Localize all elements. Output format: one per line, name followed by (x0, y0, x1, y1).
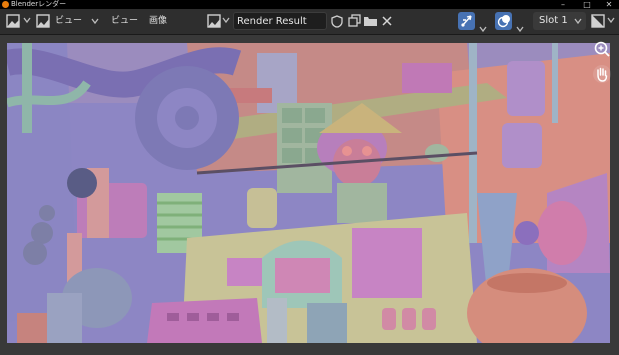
duplicate-icon (348, 14, 361, 27)
slot-selector[interactable]: Slot 1 (533, 12, 586, 30)
maximize-button[interactable]: □ (579, 0, 595, 9)
image-mode-button[interactable] (36, 12, 50, 30)
browse-image-button[interactable] (205, 12, 231, 30)
image-browse-icon (207, 14, 221, 28)
image-name-field[interactable]: Render Result (233, 12, 327, 30)
menu-view-dropdown[interactable]: ビュー (55, 14, 82, 28)
chevron-down-icon (91, 18, 99, 25)
overlay-toggle-button[interactable] (495, 12, 512, 30)
hand-icon (597, 67, 608, 82)
render-result-image (7, 43, 610, 343)
image-icon (36, 14, 50, 28)
menu-view[interactable]: ビュー (111, 14, 138, 28)
chevron-down-icon (607, 17, 615, 24)
display-channels-button[interactable] (590, 12, 616, 30)
pan-button[interactable] (593, 65, 611, 83)
fake-user-button[interactable] (329, 12, 345, 30)
gizmo-toggle-button[interactable] (458, 12, 475, 30)
image-editor-header: ビュー ビュー 画像 Render Result Slot 1 (0, 9, 619, 35)
zoom-button[interactable] (593, 40, 611, 58)
menu-image[interactable]: 画像 (149, 14, 167, 28)
gizmo-icon (461, 15, 472, 27)
unlink-image-button[interactable] (380, 12, 394, 30)
overlay-icon (497, 15, 510, 28)
slot-label: Slot 1 (539, 15, 568, 26)
chevron-down-icon (479, 26, 487, 33)
close-icon (382, 16, 392, 26)
new-image-button[interactable] (346, 12, 362, 30)
open-image-button[interactable] (362, 12, 379, 30)
display-channels-icon (591, 14, 605, 28)
chevron-down-icon (516, 26, 524, 33)
zoom-icon (594, 41, 610, 57)
folder-icon (364, 17, 377, 26)
minimize-button[interactable]: – (555, 0, 571, 9)
blender-logo-icon (2, 1, 9, 8)
image-name-text: Render Result (237, 16, 307, 27)
shield-icon (331, 15, 343, 28)
chevron-down-icon (23, 17, 31, 24)
window-titlebar: Blenderレンダー – □ ✕ (0, 0, 619, 9)
image-editor-icon (6, 14, 20, 28)
editor-type-button[interactable] (3, 12, 33, 30)
close-window-button[interactable]: ✕ (601, 0, 617, 9)
window-title: Blenderレンダー (11, 0, 67, 8)
chevron-down-icon (574, 18, 582, 25)
workshop-render-image (7, 43, 610, 343)
chevron-down-icon (222, 17, 230, 24)
image-viewport[interactable] (0, 35, 619, 355)
